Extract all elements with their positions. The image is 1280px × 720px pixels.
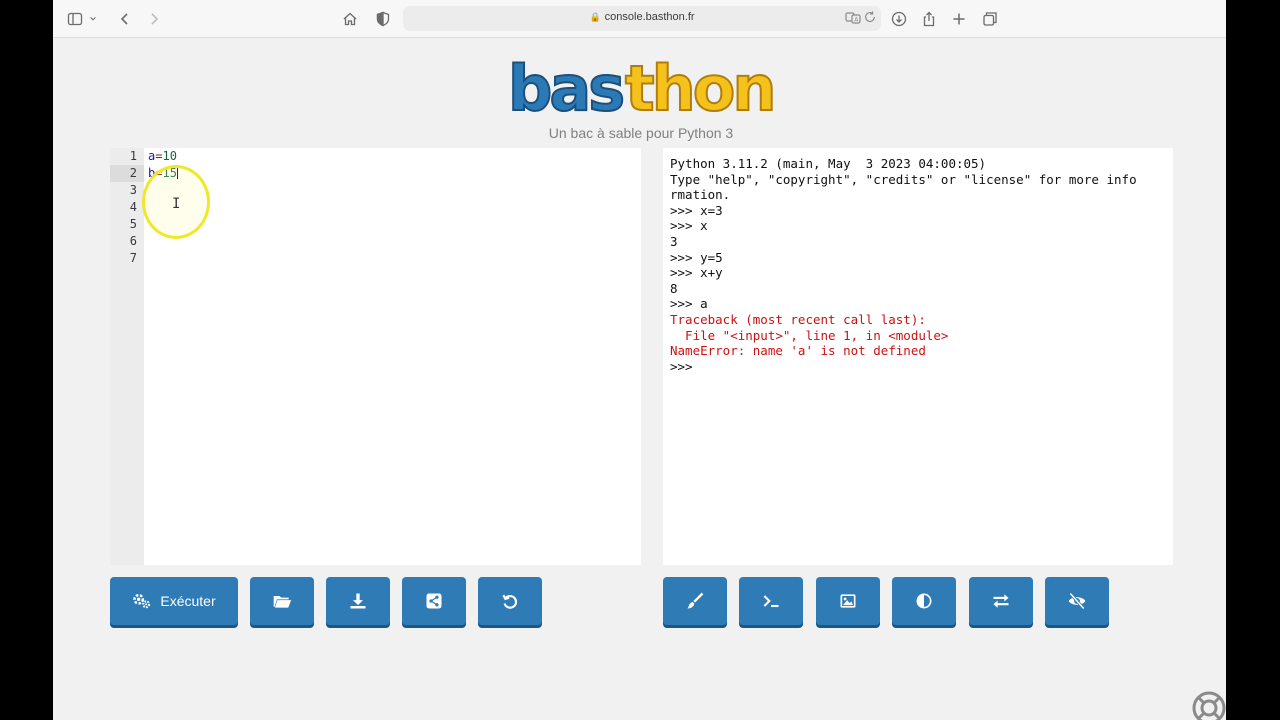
chevron-down-icon[interactable] (88, 9, 98, 29)
console-error-line: File "<input>", line 1, in <module> (670, 327, 949, 343)
svg-text:bas: bas (508, 52, 622, 122)
console-line: >>> x (670, 218, 708, 234)
swap-layout-button[interactable] (969, 577, 1033, 625)
console-line: >>> (670, 358, 693, 374)
subtitle: Un bac à sable pour Python 3 (548, 125, 734, 141)
console-line: Type "help", "copyright", "credits" or "… (670, 171, 1137, 187)
download-icon[interactable] (889, 9, 909, 29)
console-line: >>> x=3 (670, 202, 723, 218)
eye-slash-icon (1068, 592, 1086, 610)
line-number: 6 (129, 234, 137, 248)
line-number: 2 (110, 165, 144, 182)
line-number: 3 (129, 183, 137, 197)
open-folder-icon (273, 596, 292, 608)
browser-toolbar: 🔒 console.basthon.fr A (53, 0, 1226, 38)
sidebar-icon[interactable] (65, 9, 85, 29)
code-line[interactable]: a=10 (148, 148, 177, 165)
console-line: >>> a (670, 296, 708, 312)
console-line: >>> y=5 (670, 249, 723, 265)
hide-editor-button[interactable] (1045, 577, 1109, 625)
undo-icon (502, 594, 518, 609)
ibeam-cursor-icon: I (172, 196, 181, 212)
share-button[interactable] (402, 577, 466, 625)
lock-icon: 🔒 (589, 12, 601, 22)
download-button[interactable] (326, 577, 390, 625)
browser-window: 🔒 console.basthon.fr A bas thon Un bac à … (53, 0, 1226, 720)
python-console[interactable]: Python 3.11.2 (main, May 3 2023 04:00:05… (663, 148, 1173, 565)
url-text: console.basthon.fr (604, 11, 695, 23)
line-number: 7 (129, 251, 137, 265)
address-bar[interactable]: 🔒 console.basthon.fr A (403, 6, 881, 31)
download-icon (350, 593, 366, 609)
run-button[interactable]: Exécuter (110, 577, 238, 625)
lifebuoy-icon[interactable] (1189, 688, 1226, 720)
share-icon (426, 593, 442, 609)
contrast-icon (916, 593, 932, 609)
theme-button[interactable] (892, 577, 956, 625)
translate-icon[interactable]: A (845, 10, 861, 26)
new-tab-icon[interactable] (949, 9, 969, 29)
console-error-line: Traceback (most recent call last): (670, 312, 926, 327)
console-line: 8 (670, 280, 678, 296)
reset-button[interactable] (478, 577, 542, 625)
swap-icon (993, 594, 1009, 608)
console-error-line: NameError: name 'a' is not defined (670, 343, 926, 359)
brush-icon (687, 592, 704, 609)
forward-icon[interactable] (144, 9, 164, 29)
console-line: 3 (670, 234, 678, 249)
home-icon[interactable] (340, 9, 360, 29)
svg-text:thon: thon (625, 52, 774, 122)
terminal-icon (763, 595, 779, 608)
console-line: rmation. (670, 187, 731, 203)
console-line: >>> x+y (670, 265, 723, 281)
basthon-logo: bas thon (504, 42, 784, 126)
terminal-button[interactable] (739, 577, 803, 625)
open-file-button[interactable] (250, 577, 314, 625)
console-line: Python 3.11.2 (main, May 3 2023 04:00:05… (670, 156, 987, 171)
reload-icon[interactable] (863, 10, 877, 26)
run-icon (133, 593, 151, 609)
line-number: 5 (129, 217, 137, 231)
shield-icon[interactable] (373, 9, 393, 29)
run-button-label: Exécuter (160, 593, 216, 609)
back-icon[interactable] (115, 9, 135, 29)
line-number: 1 (129, 149, 137, 163)
clear-console-button[interactable] (663, 577, 727, 625)
code-number: 10 (162, 149, 177, 163)
image-icon (840, 594, 856, 608)
graphics-button[interactable] (816, 577, 880, 625)
share-icon[interactable] (919, 9, 939, 29)
tabs-icon[interactable] (980, 9, 1000, 29)
line-number: 4 (129, 200, 137, 214)
line-gutter: 1 2 3 4 5 6 7 (110, 148, 144, 565)
